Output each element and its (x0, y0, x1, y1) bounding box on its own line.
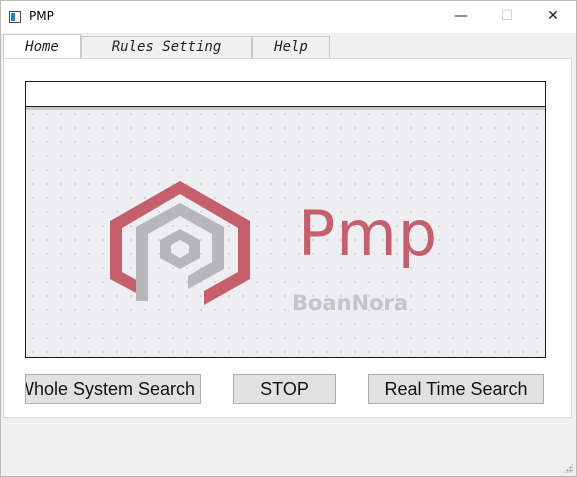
home-panel: Pmp BoanNora (3, 58, 572, 418)
whole-system-search-button[interactable]: Whole System Search (25, 374, 201, 404)
tab-home[interactable]: Home (3, 34, 81, 59)
pmp-logo-icon (110, 181, 250, 305)
brand-name: Pmp (298, 197, 439, 270)
real-time-search-button[interactable]: Real Time Search (368, 374, 544, 404)
tab-rules-setting[interactable]: Rules Setting (81, 36, 252, 58)
resize-grip-icon[interactable] (563, 463, 573, 473)
brand-subtitle: BoanNora (292, 291, 409, 315)
maximize-button[interactable]: ☐ (484, 1, 530, 33)
logo-display: Pmp BoanNora (25, 106, 546, 358)
close-button[interactable]: ✕ (530, 1, 576, 33)
title-bar[interactable]: PMP — ☐ ✕ (1, 1, 576, 33)
app-icon (9, 11, 21, 23)
tab-bar: Home Rules Setting Help (1, 34, 576, 59)
tab-help[interactable]: Help (252, 36, 330, 58)
minimize-button[interactable]: — (438, 1, 484, 33)
app-window: PMP — ☐ ✕ Home Rules Setting Help Pmp Bo… (0, 0, 577, 477)
whole-system-search-label: Whole System Search (25, 379, 196, 399)
status-input[interactable] (25, 81, 546, 107)
window-title: PMP (29, 9, 54, 23)
stop-button[interactable]: STOP (233, 374, 336, 404)
